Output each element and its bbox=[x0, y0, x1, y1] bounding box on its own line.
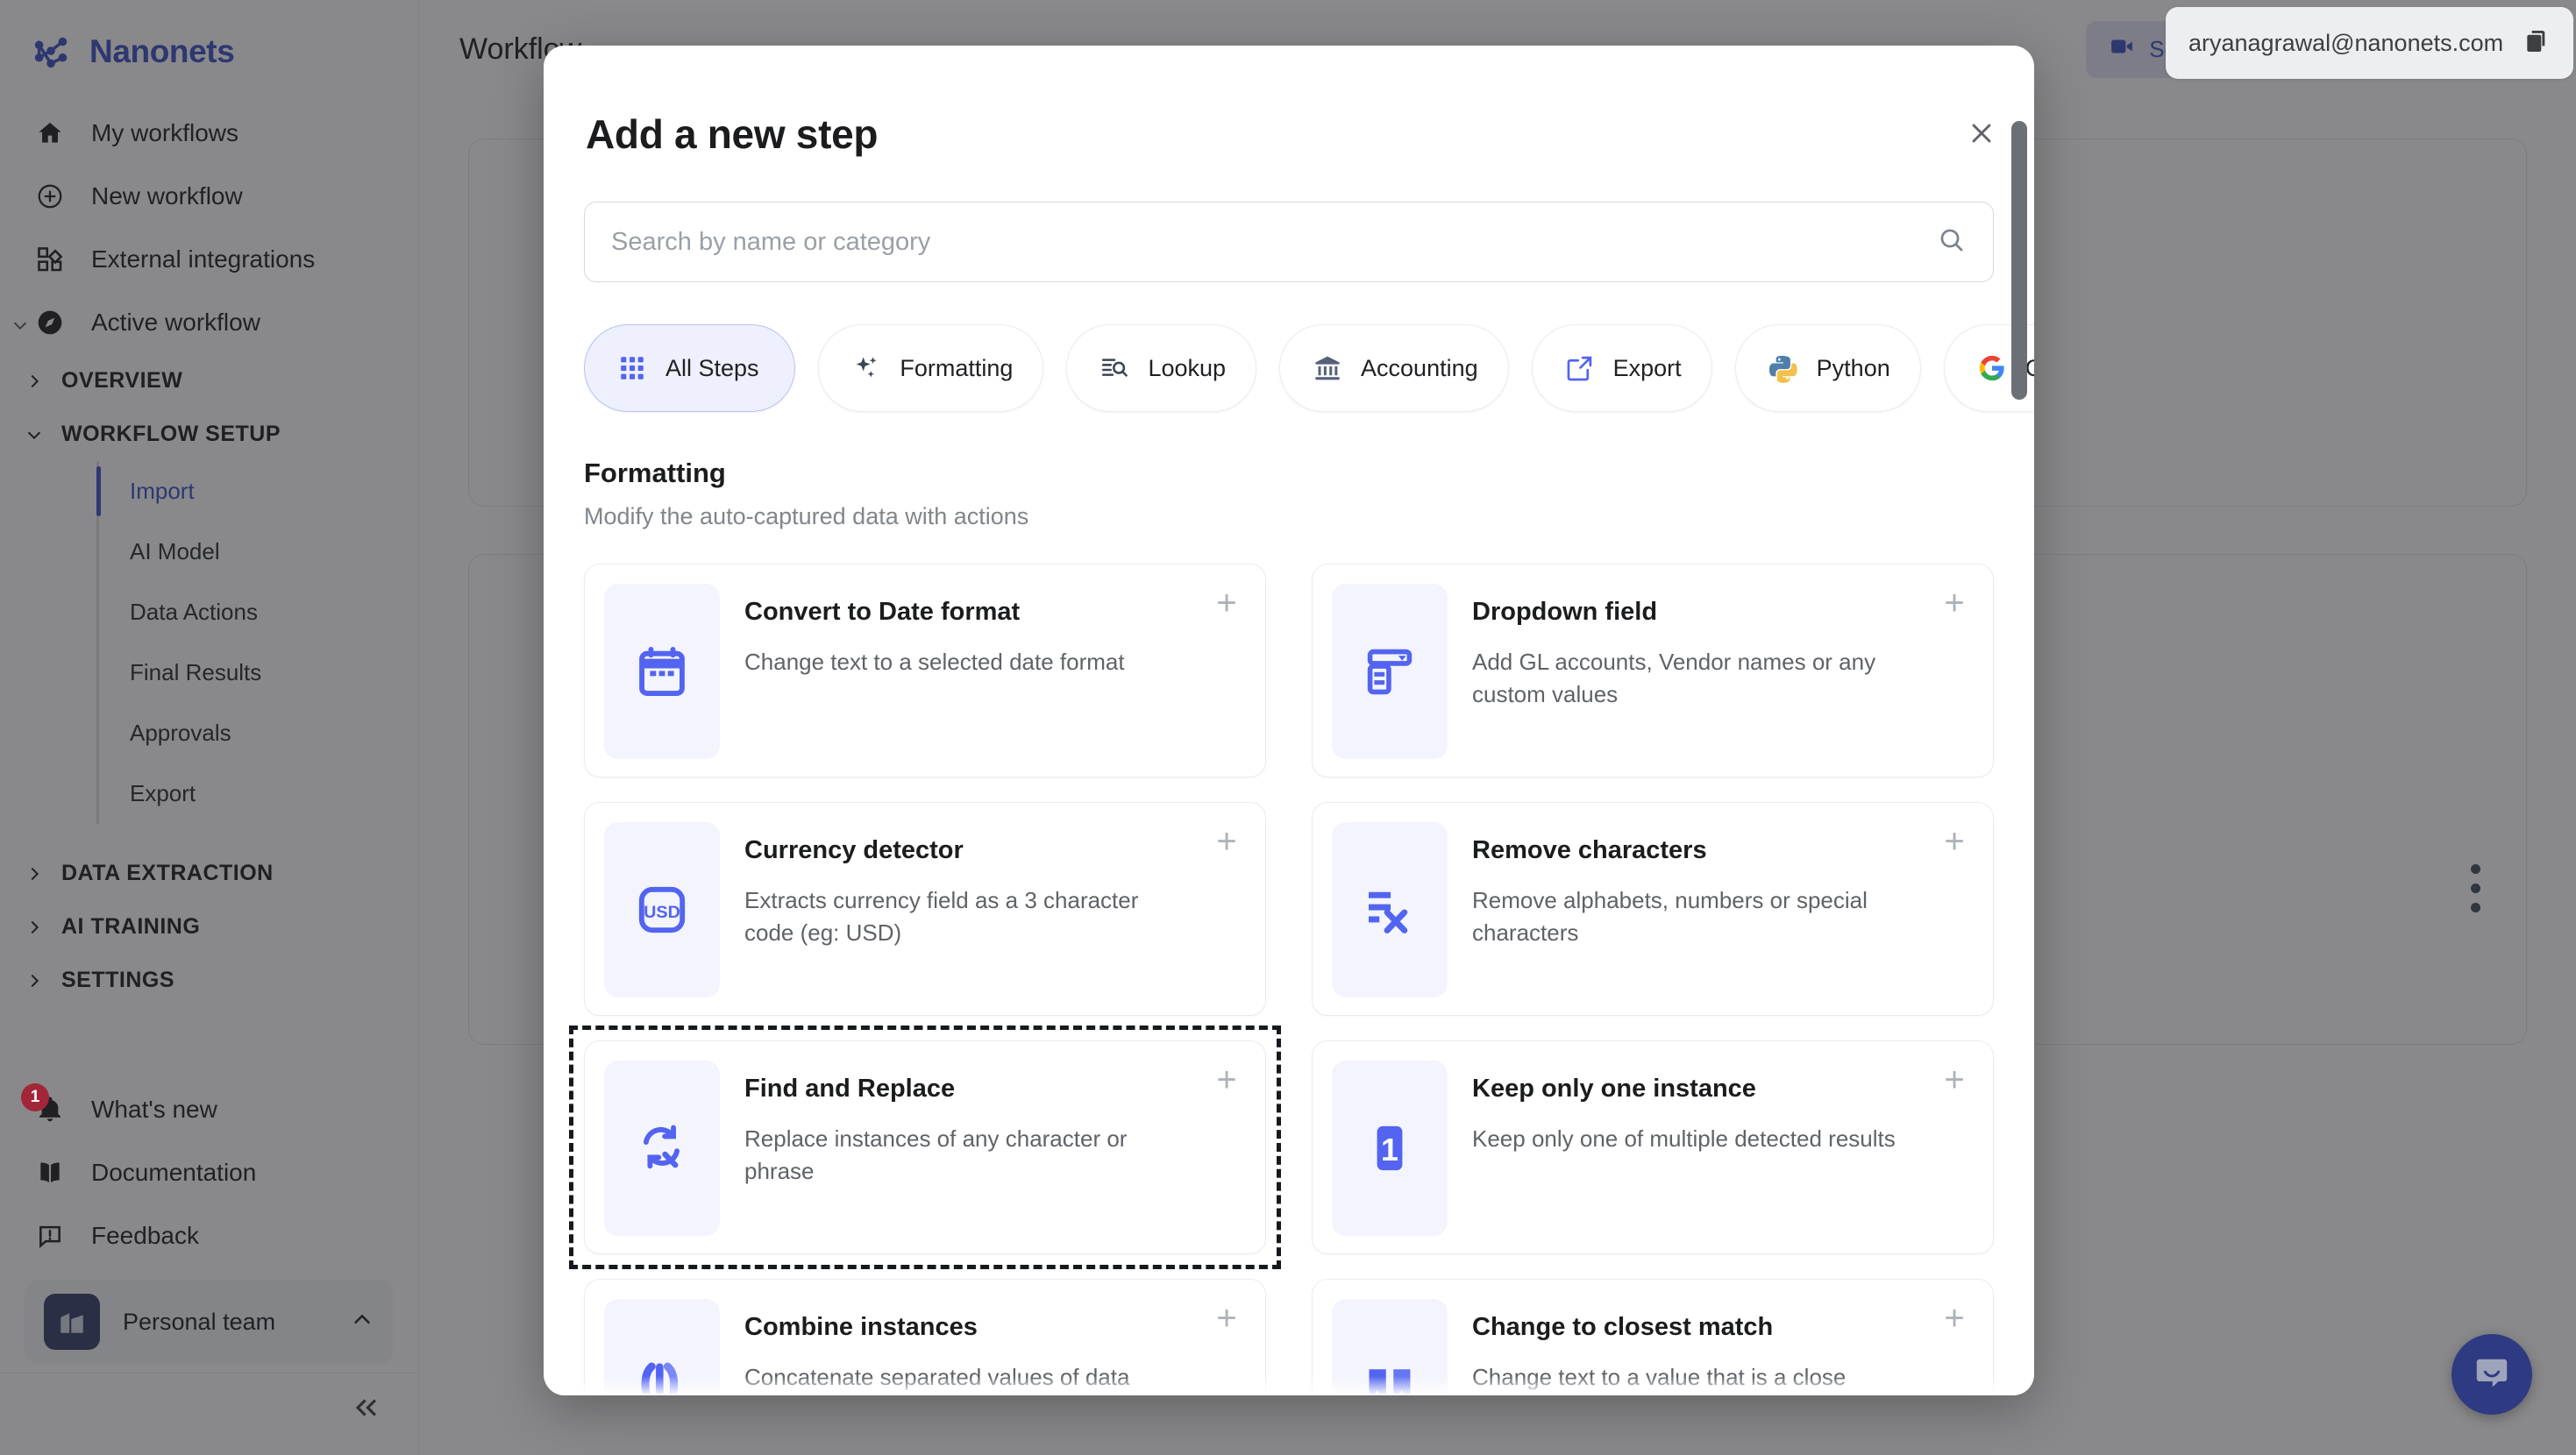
card-slot: Remove characters Remove alphabets, numb… bbox=[1312, 802, 1994, 1016]
card-title: Dropdown field bbox=[1472, 598, 1658, 626]
step-card-remove-characters[interactable]: Remove characters Remove alphabets, numb… bbox=[1312, 802, 1994, 1016]
grid-dots-icon bbox=[615, 351, 650, 386]
card-body: Find and Replace Replace instances of an… bbox=[744, 1061, 1246, 1234]
search-box[interactable] bbox=[584, 202, 1994, 282]
chat-launcher-button[interactable] bbox=[2451, 1334, 2532, 1415]
card-slot: Dropdown field Add GL accounts, Vendor n… bbox=[1312, 564, 1994, 777]
svg-text:USD: USD bbox=[644, 903, 680, 922]
chip-export[interactable]: Export bbox=[1531, 324, 1712, 412]
close-icon[interactable] bbox=[1962, 114, 2001, 153]
add-step-button[interactable]: + bbox=[1211, 1062, 1242, 1097]
card-body: Remove characters Remove alphabets, numb… bbox=[1472, 822, 1974, 996]
chip-label: Export bbox=[1612, 354, 1682, 381]
chip-label: Lookup bbox=[1148, 354, 1227, 381]
chip-all-steps[interactable]: All Steps bbox=[584, 324, 796, 412]
card-desc: Add GL accounts, Vendor names or any cus… bbox=[1472, 649, 1876, 707]
card-desc: Remove alphabets, numbers or special cha… bbox=[1472, 887, 1868, 946]
add-step-button[interactable]: + bbox=[1939, 1301, 1970, 1336]
card-slot: 1 Keep only one instance Keep only one o… bbox=[1312, 1040, 1994, 1254]
search-icon[interactable] bbox=[1937, 225, 1967, 259]
modal-scrollbar[interactable] bbox=[2011, 121, 2027, 1383]
step-card-convert-to-date-format[interactable]: Convert to Date format Change text to a … bbox=[584, 564, 1266, 777]
google-icon bbox=[1975, 351, 2010, 386]
card-body: Keep only one instance Keep only one of … bbox=[1472, 1061, 1957, 1234]
chip-lookup[interactable]: Lookup bbox=[1066, 324, 1257, 412]
step-cards-grid: Convert to Date format Change text to a … bbox=[569, 564, 1994, 1395]
card-desc: Keep only one of multiple detected resul… bbox=[1472, 1125, 1896, 1152]
modal-title: Add a new step bbox=[586, 111, 879, 157]
calendar-icon bbox=[604, 584, 720, 759]
card-desc: Change text to a selected date format bbox=[744, 649, 1125, 675]
number-one-icon: 1 bbox=[1332, 1061, 1448, 1236]
card-title: Convert to Date format bbox=[744, 598, 1021, 626]
category-subtitle: Modify the auto-captured data with actio… bbox=[584, 503, 1029, 529]
step-card-currency-detector[interactable]: USD Currency detector Extracts currency … bbox=[584, 802, 1266, 1016]
chip-label: Python bbox=[1816, 354, 1890, 381]
card-body: Dropdown field Add GL accounts, Vendor n… bbox=[1472, 584, 1974, 757]
step-card-keep-only-one-instance[interactable]: 1 Keep only one instance Keep only one o… bbox=[1312, 1040, 1994, 1254]
add-step-button[interactable]: + bbox=[1939, 586, 1970, 621]
modal-inner: Add a new step All Steps bbox=[544, 46, 2034, 1395]
external-link-icon bbox=[1562, 351, 1598, 386]
card-title: Currency detector bbox=[744, 836, 964, 864]
add-step-button[interactable]: + bbox=[1211, 586, 1242, 621]
card-desc: Replace instances of any character or ph… bbox=[744, 1125, 1128, 1184]
add-step-button[interactable]: + bbox=[1939, 824, 1970, 859]
add-step-button[interactable]: + bbox=[1939, 1062, 1970, 1097]
bank-icon bbox=[1310, 351, 1345, 386]
card-desc: Extracts currency field as a 3 character… bbox=[744, 887, 1139, 946]
lookup-search-icon bbox=[1097, 351, 1132, 386]
dropdown-form-icon bbox=[1332, 584, 1448, 759]
remove-characters-icon bbox=[1332, 822, 1448, 997]
modal-bottom-fade bbox=[544, 1376, 2034, 1395]
chip-accounting[interactable]: Accounting bbox=[1279, 324, 1509, 412]
search-input[interactable] bbox=[611, 227, 1937, 257]
chat-bubble-icon bbox=[2471, 1352, 2513, 1398]
chip-formatting[interactable]: Formatting bbox=[818, 324, 1044, 412]
category-title: Formatting bbox=[584, 458, 726, 488]
card-title: Keep only one instance bbox=[1472, 1075, 1756, 1103]
card-title: Remove characters bbox=[1472, 836, 1707, 864]
card-slot: Convert to Date format Change text to a … bbox=[584, 564, 1266, 777]
chip-label: Formatting bbox=[900, 354, 1014, 381]
usd-badge-icon: USD bbox=[604, 822, 720, 997]
card-slot: USD Currency detector Extracts currency … bbox=[584, 802, 1266, 1016]
svg-text:1: 1 bbox=[1381, 1132, 1398, 1168]
chip-label: All Steps bbox=[665, 354, 759, 381]
copy-icon[interactable] bbox=[2523, 27, 2551, 60]
step-card-dropdown-field[interactable]: Dropdown field Add GL accounts, Vendor n… bbox=[1312, 564, 1994, 777]
find-replace-icon bbox=[604, 1061, 720, 1236]
card-slot-selected: Find and Replace Replace instances of an… bbox=[569, 1026, 1281, 1269]
python-icon bbox=[1766, 351, 1801, 386]
card-title: Find and Replace bbox=[744, 1075, 956, 1103]
category-chips: All Steps Formatting Lookup Accounting E… bbox=[584, 324, 2034, 412]
notification-badge: 1 bbox=[21, 1083, 49, 1111]
chip-python[interactable]: Python bbox=[1734, 324, 1921, 412]
add-step-button[interactable]: + bbox=[1211, 1301, 1242, 1336]
add-step-button[interactable]: + bbox=[1211, 824, 1242, 859]
chip-label: Accounting bbox=[1361, 354, 1478, 381]
card-body: Convert to Date format Change text to a … bbox=[744, 584, 1186, 757]
step-card-find-and-replace[interactable]: Find and Replace Replace instances of an… bbox=[584, 1040, 1266, 1254]
sparkle-icon bbox=[849, 351, 884, 386]
card-title: Combine instances bbox=[744, 1313, 978, 1341]
add-step-modal: Add a new step All Steps bbox=[544, 46, 2034, 1395]
card-body: Currency detector Extracts currency fiel… bbox=[744, 822, 1246, 996]
modal-scrollbar-thumb[interactable] bbox=[2011, 121, 2027, 400]
email-tooltip: aryanagrawal@nanonets.com bbox=[2166, 7, 2574, 79]
card-title: Change to closest match bbox=[1472, 1313, 1774, 1341]
email-tooltip-text: aryanagrawal@nanonets.com bbox=[2188, 29, 2504, 56]
